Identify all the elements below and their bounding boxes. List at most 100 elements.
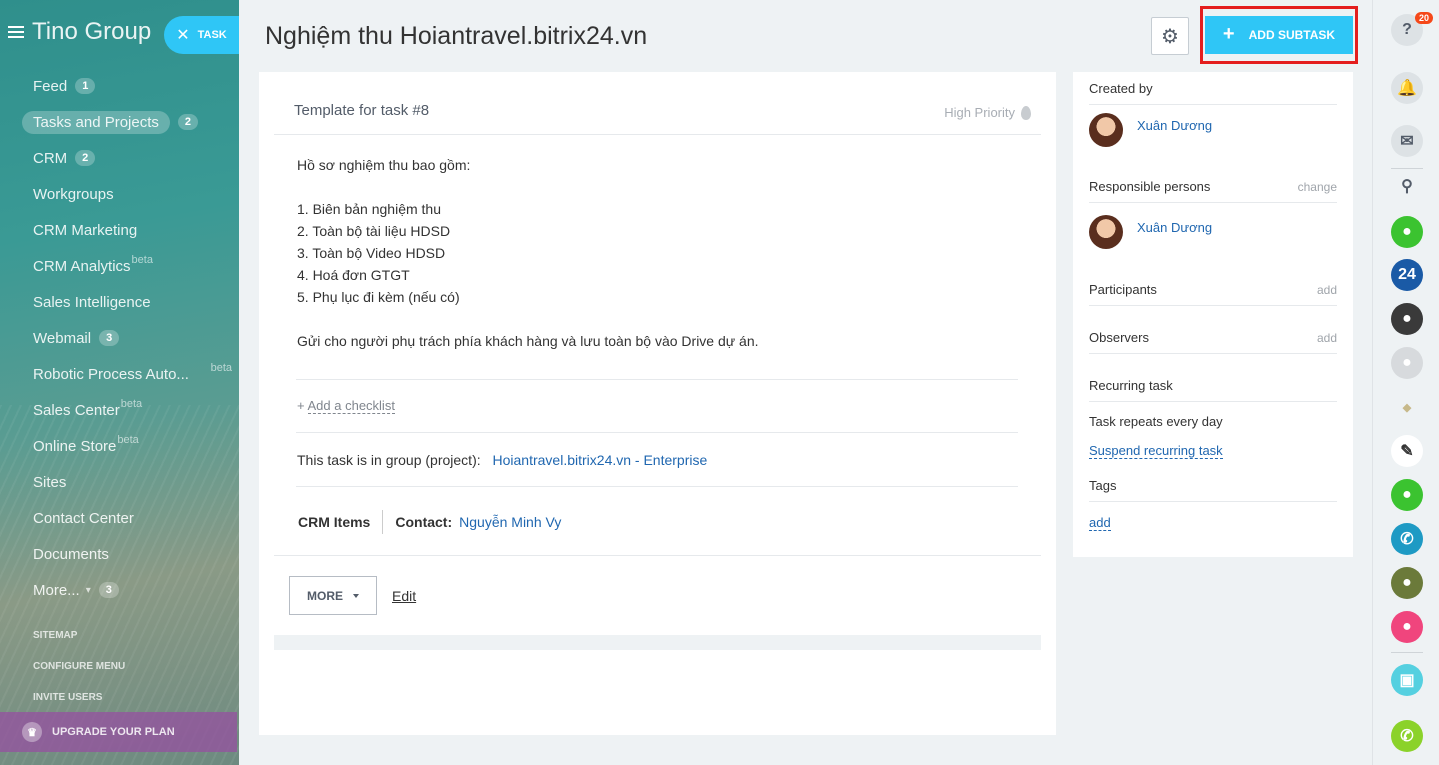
divider — [1391, 168, 1423, 169]
sidebar-item-crm-marketing[interactable]: CRM Marketing — [22, 212, 232, 248]
contact-label: Contact: — [395, 514, 453, 530]
contact-avatar-4[interactable]: ◆ — [1391, 391, 1423, 423]
add-subtask-label: ADD SUBTASK — [1248, 28, 1336, 42]
phone-icon: ✆ — [1400, 531, 1414, 548]
tags-label: Tags — [1089, 478, 1117, 493]
brand-name: Tino Group — [32, 18, 152, 45]
right-toolbar: ? 20 🔔 ✉ ⚲ ● 24 ● ● ◆ ✎ ● ✆ ● ● ▣ ✆ — [1372, 0, 1439, 765]
contact-avatar-8[interactable]: ● — [1391, 567, 1423, 599]
divider — [1089, 305, 1337, 306]
responsible-name[interactable]: Xuân Dương — [1137, 220, 1212, 235]
call-button[interactable]: ✆ — [1391, 720, 1423, 752]
group-info: This task is in group (project): Hoiantr… — [297, 452, 707, 468]
sidebar-item-sites[interactable]: Sites — [22, 464, 232, 500]
change-responsible-link[interactable]: change — [1298, 180, 1337, 194]
contact-link[interactable]: Nguyễn Minh Vy — [459, 514, 561, 530]
divider — [296, 432, 1018, 433]
task-header: Template for task #8 High Priority — [274, 92, 1041, 135]
sidebar-item-workgroups[interactable]: Workgroups — [22, 176, 232, 212]
upgrade-plan-button[interactable]: ♛ UPGRADE YOUR PLAN — [0, 712, 237, 752]
open-lines-button[interactable]: ▣ — [1391, 664, 1423, 696]
contact-avatar-7[interactable]: ✆ — [1391, 523, 1423, 555]
creator[interactable]: Xuân Dương — [1089, 113, 1212, 147]
suspend-recurring-link[interactable]: Suspend recurring task — [1089, 443, 1223, 459]
add-participant-link[interactable]: add — [1317, 283, 1337, 297]
divider — [274, 555, 1041, 556]
sidebar-item-tasks[interactable]: Tasks and Projects 2 — [22, 104, 232, 140]
plus-icon: + — [1222, 22, 1235, 45]
participants-label: Participants — [1089, 282, 1157, 297]
divider — [1089, 501, 1337, 502]
help-icon: ? — [1402, 21, 1412, 38]
contact-avatar-2[interactable]: ● — [1391, 303, 1423, 335]
flame-icon — [1021, 105, 1031, 120]
close-task-button[interactable]: ✕ TASK — [164, 16, 239, 54]
sidebar-item-feed[interactable]: Feed 1 — [22, 68, 232, 104]
divider — [1089, 104, 1337, 105]
sidebar-item-webmail[interactable]: Webmail 3 — [22, 320, 232, 356]
divider — [296, 379, 1018, 380]
priority-toggle[interactable]: High Priority — [944, 105, 1031, 120]
chat-icon: ✉ — [1400, 133, 1414, 150]
add-tag-link[interactable]: add — [1089, 515, 1111, 531]
task-details-panel: Created by Xuân Dương Responsible person… — [1073, 72, 1353, 557]
sidebar-item-online-store[interactable]: Online Store beta — [22, 428, 232, 464]
search-button[interactable]: ⚲ — [1391, 170, 1423, 202]
sidebar-item-sales-intelligence[interactable]: Sales Intelligence — [22, 284, 232, 320]
invite-users-link[interactable]: INVITE USERS — [33, 692, 102, 703]
sidebar-item-documents[interactable]: Documents — [22, 536, 232, 572]
contact-avatar-5[interactable]: ✎ — [1391, 435, 1423, 467]
bitrix24-label: 24 — [1398, 266, 1416, 283]
gear-icon: ⚙ — [1161, 25, 1179, 48]
group-label: This task is in group (project): — [297, 452, 481, 468]
bitrix24-button[interactable]: 24 — [1391, 259, 1423, 291]
bell-icon: 🔔 — [1397, 80, 1417, 97]
crown-icon: ♛ — [22, 722, 42, 742]
sidebar-item-contact-center[interactable]: Contact Center — [22, 500, 232, 536]
contact-avatar-1[interactable]: ● — [1391, 216, 1423, 248]
contact-avatar-6[interactable]: ● — [1391, 479, 1423, 511]
user-icon: ● — [1402, 574, 1412, 591]
description-line: Hồ sơ nghiệm thu bao gồm: — [297, 157, 471, 173]
chat-button[interactable]: ✉ — [1391, 125, 1423, 157]
description-line: Gửi cho người phụ trách phía khách hàng … — [297, 333, 759, 349]
configure-menu-link[interactable]: CONFIGURE MENU — [33, 661, 125, 672]
description-line — [297, 176, 759, 198]
created-by-label: Created by — [1089, 81, 1153, 96]
edit-link[interactable]: Edit — [392, 588, 416, 604]
counter-badge: 3 — [99, 330, 120, 346]
add-checklist[interactable]: + Add a checklist — [297, 398, 395, 414]
sidebar-item-crm[interactable]: CRM 2 — [22, 140, 232, 176]
phone-icon: ✆ — [1400, 728, 1414, 745]
notifications-button[interactable]: 🔔 — [1391, 72, 1423, 104]
divider — [1391, 652, 1423, 653]
close-icon: ✕ — [176, 27, 190, 44]
sidebar-item-rpa[interactable]: Robotic Process Auto... beta — [22, 356, 232, 392]
hamburger-icon[interactable] — [8, 26, 24, 38]
user-icon: ● — [1402, 310, 1412, 327]
user-icon: ● — [1402, 223, 1412, 240]
task-template-title: Template for task #8 — [294, 102, 430, 119]
task-button-label: TASK — [197, 29, 227, 41]
group-link[interactable]: Hoiantravel.bitrix24.vn - Enterprise — [493, 452, 708, 468]
sidebar-item-crm-analytics[interactable]: CRM Analytics beta — [22, 248, 232, 284]
more-button[interactable]: MORE — [289, 576, 377, 615]
left-sidebar: Tino Group ✕ TASK Feed 1 Tasks and Proje… — [0, 0, 239, 765]
user-icon: ● — [1402, 486, 1412, 503]
sidebar-item-sales-center[interactable]: Sales Center beta — [22, 392, 232, 428]
contact-avatar-3[interactable]: ● — [1391, 347, 1423, 379]
brand[interactable]: Tino Group — [8, 18, 151, 46]
mobile-icon: ▣ — [1399, 672, 1415, 689]
beta-label: beta — [117, 434, 139, 446]
sidebar-item-more[interactable]: More... ▾ 3 — [22, 572, 232, 608]
add-checklist-link[interactable]: Add a checklist — [307, 398, 395, 414]
settings-button[interactable]: ⚙ — [1151, 17, 1189, 55]
responsible-person[interactable]: Xuân Dương — [1089, 215, 1212, 249]
creator-name[interactable]: Xuân Dương — [1137, 118, 1212, 133]
user-icon: ● — [1402, 354, 1412, 371]
add-subtask-button[interactable]: + ADD SUBTASK — [1205, 16, 1353, 54]
contact-avatar-9[interactable]: ● — [1391, 611, 1423, 643]
recurring-label: Recurring task — [1089, 378, 1173, 393]
sitemap-link[interactable]: SITEMAP — [33, 630, 77, 641]
add-observer-link[interactable]: add — [1317, 331, 1337, 345]
